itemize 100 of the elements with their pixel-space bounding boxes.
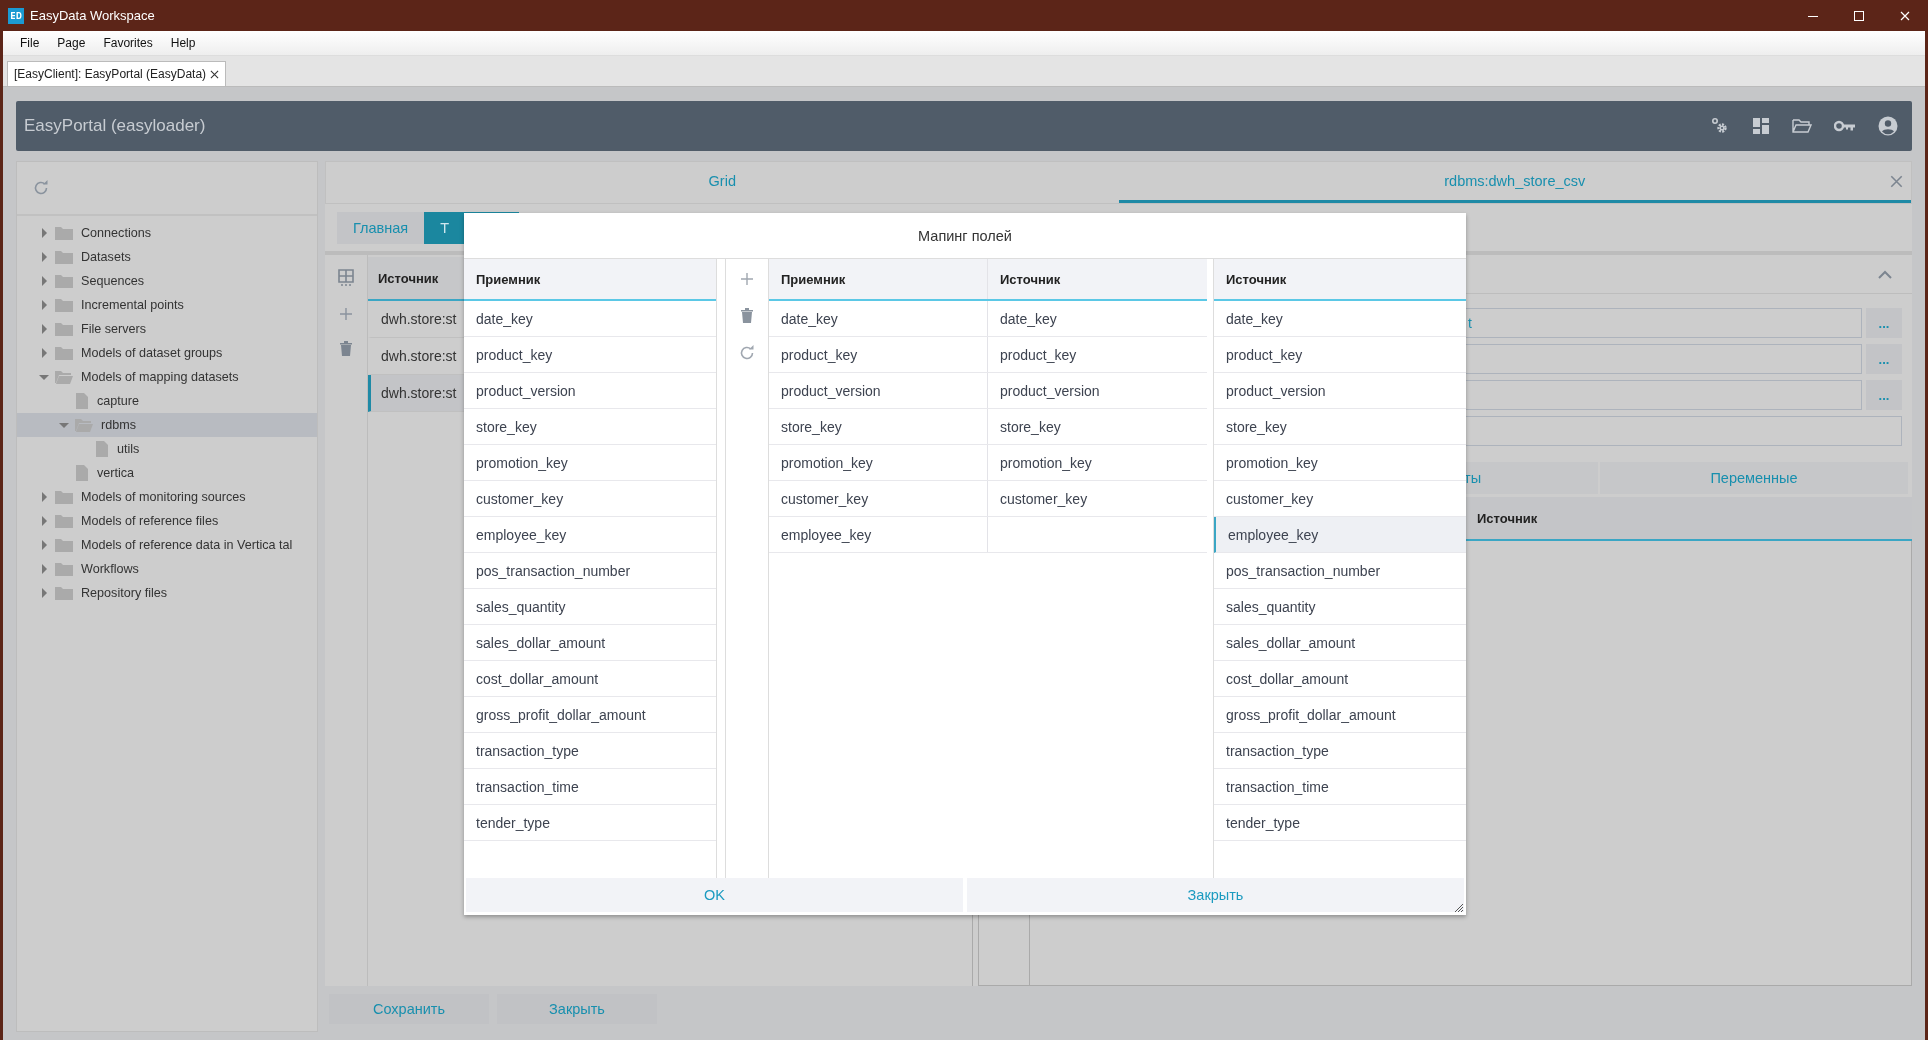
open-folder-icon [55,370,73,384]
list-item[interactable]: promotion_key [1214,445,1466,481]
tree-item[interactable]: utils [17,437,317,461]
trash-icon[interactable] [741,308,753,323]
caret-right-icon[interactable] [39,348,49,358]
folder-icon [55,562,73,576]
mapping-row[interactable]: employee_key [769,517,1207,553]
maximize-icon[interactable] [1854,10,1864,21]
tree-item[interactable]: File servers [17,317,317,341]
mapping-row[interactable]: product_version product_version [769,373,1207,409]
list-item[interactable]: store_key [464,409,716,445]
trash-icon[interactable] [340,341,352,356]
list-item[interactable]: date_key [464,301,716,337]
mapping-row[interactable]: customer_key customer_key [769,481,1207,517]
list-item[interactable]: transaction_time [464,769,716,805]
list-item[interactable]: product_key [464,337,716,373]
tree-item[interactable]: Repository files [17,581,317,605]
list-item[interactable]: transaction_type [1214,733,1466,769]
tree-item[interactable]: rdbms [17,413,317,437]
list-item[interactable]: sales_dollar_amount [1214,625,1466,661]
folder-icon [55,298,73,312]
list-item[interactable]: customer_key [464,481,716,517]
tree-item[interactable]: Datasets [17,245,317,269]
caret-right-icon[interactable] [39,228,49,238]
list-item[interactable]: store_key [1214,409,1466,445]
list-item[interactable]: sales_quantity [1214,589,1466,625]
document-tab[interactable]: [EasyClient]: EasyPortal (EasyData) [7,61,227,86]
list-item[interactable]: product_version [1214,373,1466,409]
caret-right-icon[interactable] [39,324,49,334]
list-item[interactable]: gross_profit_dollar_amount [1214,697,1466,733]
tree-item[interactable]: Connections [17,221,317,245]
caret-right-icon[interactable] [39,588,49,598]
list-item[interactable]: pos_transaction_number [1214,553,1466,589]
plus-icon[interactable] [740,272,754,286]
menu-item[interactable]: Help [161,36,205,50]
table-icon[interactable] [338,269,354,287]
mapping-row[interactable]: product_key product_key [769,337,1207,373]
list-item[interactable]: product_version [464,373,716,409]
list-item[interactable]: employee_key [464,517,716,553]
tree-item[interactable]: Models of mapping datasets [17,365,317,389]
list-item[interactable]: transaction_time [1214,769,1466,805]
dashboard-icon[interactable] [1752,117,1770,135]
key-icon[interactable] [1834,120,1856,132]
list-item[interactable]: date_key [1214,301,1466,337]
caret-down-icon[interactable] [59,420,69,430]
menu-item[interactable]: Page [48,36,95,50]
caret-right-icon[interactable] [39,300,49,310]
tree-item[interactable]: Models of reference files [17,509,317,533]
file-icon [95,441,109,457]
caret-right-icon[interactable] [39,252,49,262]
menu-item[interactable]: Favorites [94,36,162,50]
gears-icon[interactable] [1710,117,1730,135]
caret-right-icon[interactable] [39,564,49,574]
list-item[interactable]: tender_type [464,805,716,841]
caret-down-icon[interactable] [39,372,49,382]
input-field[interactable] [1464,416,1902,446]
refresh-icon[interactable] [739,345,755,361]
tree-item[interactable]: capture [17,389,317,413]
caret-right-icon[interactable] [39,540,49,550]
list-item[interactable]: cost_dollar_amount [464,661,716,697]
tree-item[interactable]: Models of dataset groups [17,341,317,365]
chevron-up-icon[interactable] [1878,269,1892,279]
mapping-row[interactable]: promotion_key promotion_key [769,445,1207,481]
folder-icon[interactable] [1792,118,1812,134]
column-header: Источник [1225,271,1287,287]
folder-icon [55,586,73,600]
list-item[interactable]: gross_profit_dollar_amount [464,697,716,733]
list-item[interactable]: promotion_key [464,445,716,481]
mapping-row[interactable]: store_key store_key [769,409,1207,445]
caret-right-icon[interactable] [39,516,49,526]
close-icon[interactable] [210,69,220,79]
input-field[interactable] [1464,380,1862,410]
tree-item[interactable]: vertica [17,461,317,485]
input-field[interactable] [1464,344,1862,374]
tree-item[interactable]: Workflows [17,557,317,581]
tree-item[interactable]: Models of monitoring sources [17,485,317,509]
plus-icon[interactable] [339,307,353,321]
list-item[interactable]: sales_dollar_amount [464,625,716,661]
file-icon [75,465,89,481]
folder-icon [55,274,73,288]
refresh-icon[interactable] [33,180,49,196]
list-item[interactable]: product_key [1214,337,1466,373]
list-item[interactable]: tender_type [1214,805,1466,841]
table-cell-text: promotion_key [999,454,1092,471]
list-item[interactable]: employee_key [1214,517,1466,553]
tree-item[interactable]: Models of reference data in Vertica tal [17,533,317,557]
caret-right-icon[interactable] [39,276,49,286]
column-header: Источник [999,271,1061,287]
tree-item[interactable]: Incremental points [17,293,317,317]
list-item[interactable]: sales_quantity [464,589,716,625]
mapping-row[interactable]: date_key date_key [769,301,1207,337]
list-item[interactable]: pos_transaction_number [464,553,716,589]
caret-right-icon[interactable] [39,492,49,502]
list-item[interactable]: cost_dollar_amount [1214,661,1466,697]
table-cell-text: employee_key [780,526,872,543]
resize-grip-icon[interactable] [1454,903,1464,913]
tree-item[interactable]: Sequences [17,269,317,293]
list-item[interactable]: transaction_type [464,733,716,769]
user-icon[interactable] [1878,116,1898,136]
menu-item[interactable]: File [11,36,49,50]
